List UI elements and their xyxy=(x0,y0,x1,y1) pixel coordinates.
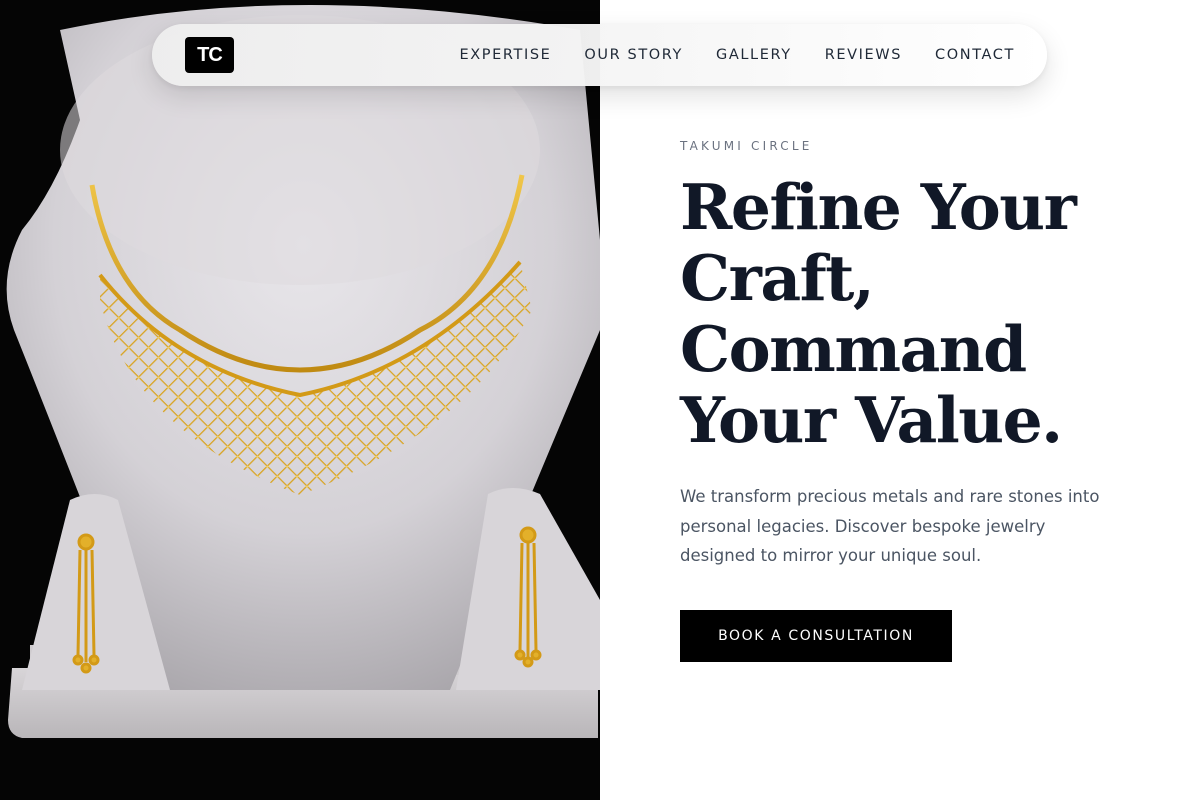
necklace-display-illustration xyxy=(0,0,600,800)
headline-line-2: Craft, xyxy=(680,241,875,315)
headline-line-3: Command xyxy=(680,312,1027,386)
nav-links: EXPERTISE OUR STORY GALLERY REVIEWS CONT… xyxy=(459,24,1015,86)
hero-description: We transform precious metals and rare st… xyxy=(680,487,1100,565)
navbar: TC EXPERTISE OUR STORY GALLERY REVIEWS C… xyxy=(152,24,1047,86)
logo[interactable]: TC xyxy=(185,37,234,73)
headline-line-4: Your Value. xyxy=(680,383,1063,457)
book-consultation-button[interactable]: BOOK A CONSULTATION xyxy=(680,610,952,662)
nav-link-gallery[interactable]: GALLERY xyxy=(716,47,792,63)
nav-link-expertise[interactable]: EXPERTISE xyxy=(459,47,551,63)
headline-line-1: Refine Your xyxy=(680,170,1077,244)
hero-image xyxy=(0,0,600,800)
nav-link-our-story[interactable]: OUR STORY xyxy=(584,47,683,63)
landing-page: TC EXPERTISE OUR STORY GALLERY REVIEWS C… xyxy=(0,0,1200,800)
eyebrow-label: TAKUMI CIRCLE xyxy=(680,139,813,153)
hero-headline: Refine Your Craft, Command Your Value. xyxy=(680,172,1150,456)
nav-link-reviews[interactable]: REVIEWS xyxy=(825,47,902,63)
nav-link-contact[interactable]: CONTACT xyxy=(935,47,1015,63)
